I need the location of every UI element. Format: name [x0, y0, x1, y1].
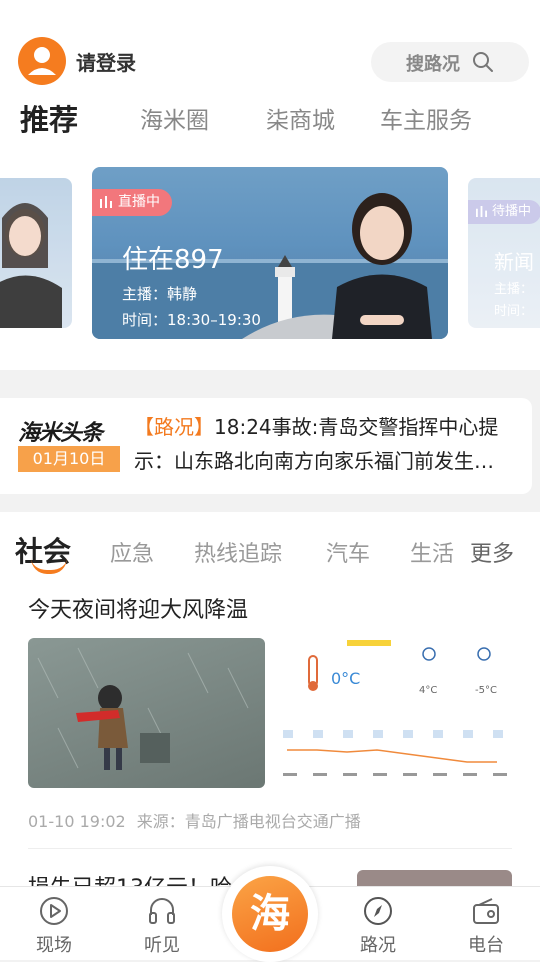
tabbar-label-scene: 现场 — [36, 935, 72, 956]
search-icon — [473, 52, 493, 72]
forecast-temp-day2: 4°C — [419, 685, 437, 696]
host-photo-icon — [0, 203, 62, 328]
headline-logo: 海米头条 — [18, 421, 103, 446]
search-label: 搜路况 — [406, 54, 460, 75]
windy-person-icon — [37, 647, 249, 770]
tabbar-label-radio: 电台 — [468, 935, 504, 956]
forecast-temp-today: 0°C — [331, 669, 360, 688]
live-status-label: 直播中 — [118, 194, 160, 210]
category-more[interactable]: 更多 — [470, 536, 514, 568]
news-source: 来源：青岛广播电视台交通广播 — [136, 812, 361, 831]
compass-icon — [364, 897, 392, 925]
live-status-badge: 直播中 — [92, 189, 172, 216]
tabbar-label-traffic: 路况 — [360, 935, 396, 956]
radio-icon — [473, 898, 499, 924]
headline-tag: 【路况】 — [134, 415, 214, 439]
category-auto[interactable]: 汽车 — [326, 536, 370, 568]
tab-haimi-circle[interactable]: 海米圈 — [140, 101, 209, 135]
headline-ticker[interactable]: 海米头条 01月10日 【路况】18:24事故:青岛交警指挥中心提示：山东路北向… — [0, 398, 532, 494]
audio-bars-icon — [100, 196, 112, 208]
top-section: 请登录 搜路况 推荐 海米圈 柒商城 车主服务 直播中 住在897 主播：韩静 … — [0, 0, 540, 370]
center-home-button[interactable]: 海 — [222, 866, 318, 962]
weather-forecast-chart-icon: 0°C 4°C -5°C — [283, 640, 507, 776]
center-home-label: 海 — [232, 876, 308, 952]
category-active-indicator — [31, 558, 67, 574]
search-box[interactable]: 搜路况 — [371, 42, 529, 82]
news-time: 01-10 19:02 — [28, 812, 126, 831]
carousel-card-prev[interactable] — [0, 178, 72, 328]
category-life[interactable]: 生活 — [410, 536, 454, 568]
program-title: 住在897 — [122, 245, 224, 275]
program-host: 主播：韩静 — [122, 285, 198, 303]
tab-recommend[interactable]: 推荐 — [20, 97, 78, 139]
user-avatar-icon[interactable] — [18, 37, 66, 85]
category-emergency[interactable]: 应急 — [110, 536, 154, 568]
tab-mall[interactable]: 柒商城 — [266, 101, 335, 135]
news-image-forecast[interactable]: 0°C 4°C -5°C — [279, 638, 511, 788]
forecast-temp-day3: -5°C — [475, 685, 497, 696]
tabbar-label-listen: 听见 — [144, 935, 180, 956]
category-hotline[interactable]: 热线追踪 — [194, 536, 282, 568]
next-program-host: 主播： — [494, 282, 534, 297]
carousel-card-live[interactable]: 直播中 住在897 主播：韩静 时间：18:30–19:30 — [92, 167, 448, 339]
tab-car-service[interactable]: 车主服务 — [380, 101, 472, 135]
tabbar-item-radio[interactable]: 电台 — [446, 887, 526, 961]
program-time: 时间：18:30–19:30 — [122, 311, 261, 329]
headphones-icon — [149, 898, 175, 924]
news-image-wind[interactable] — [28, 638, 265, 788]
upcoming-status-badge: 待播中 — [468, 200, 540, 224]
news-divider — [28, 848, 512, 849]
upcoming-status-label: 待播中 — [492, 204, 532, 219]
audio-bars-icon — [476, 206, 487, 217]
tabbar-item-listen[interactable]: 听见 — [122, 887, 202, 961]
login-link[interactable]: 请登录 — [76, 47, 136, 76]
tabbar-item-scene[interactable]: 现场 — [14, 887, 94, 961]
tabbar-item-traffic[interactable]: 路况 — [338, 887, 418, 961]
carousel-card-next[interactable]: 待播中 新闻 主播： 时间： — [468, 178, 540, 328]
next-program-time: 时间： — [494, 304, 534, 319]
play-circle-icon — [40, 897, 68, 925]
news-item-title[interactable]: 今天夜间将迎大风降温 — [28, 592, 248, 624]
news-meta: 01-10 19:02 来源：青岛广播电视台交通广播 — [28, 808, 361, 832]
headline-date: 01月10日 — [18, 446, 120, 472]
headline-text: 【路况】18:24事故:青岛交警指挥中心提示：山东路北向南方向家乐福门前发生… — [134, 410, 518, 478]
next-program-title: 新闻 — [494, 250, 534, 274]
